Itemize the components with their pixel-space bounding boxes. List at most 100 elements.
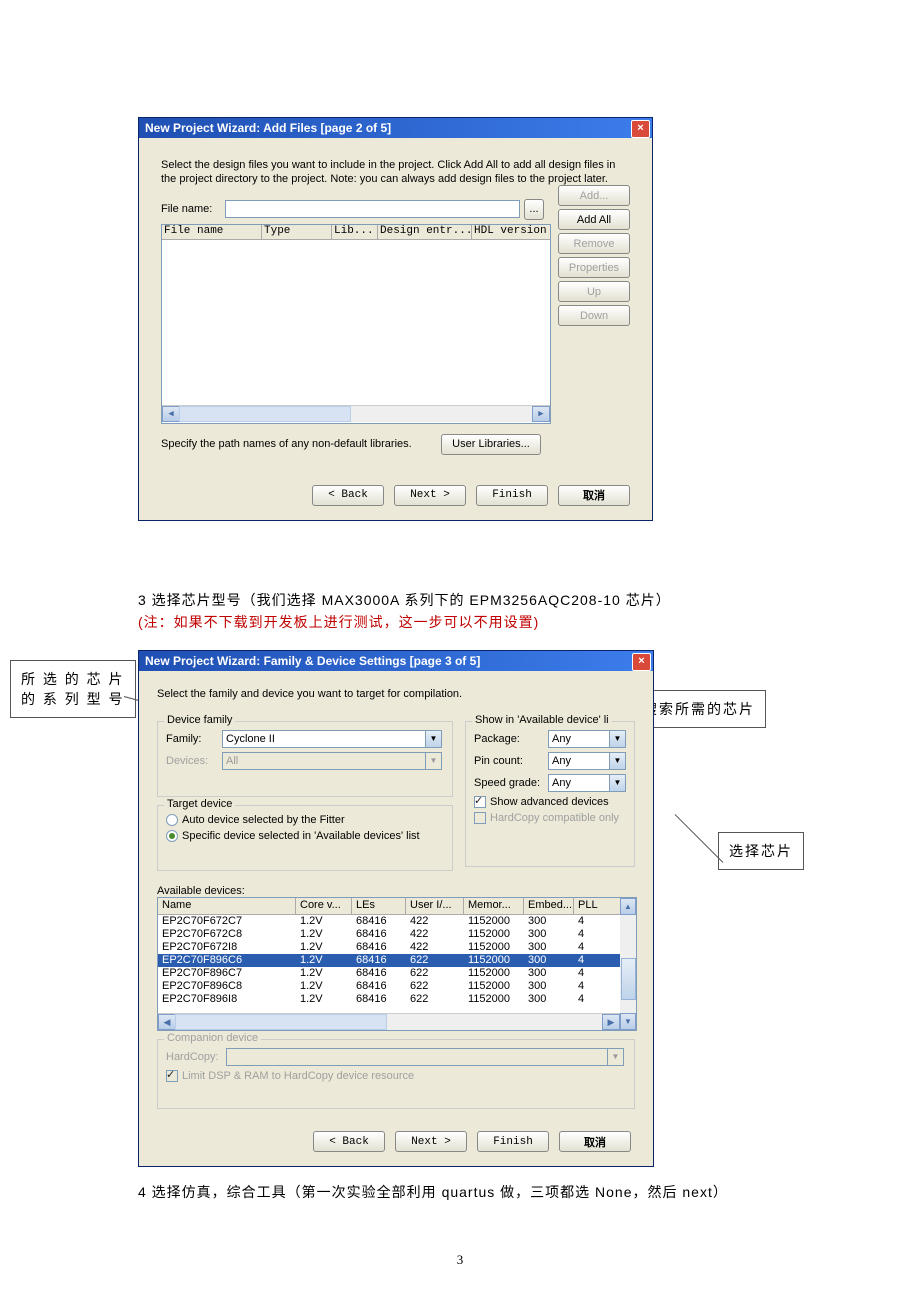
col-entry[interactable]: Design entr... <box>378 225 472 239</box>
show-in-group: Show in 'Available device' li Package: A… <box>465 721 635 867</box>
file-table-header: File name Type Lib... Design entr... HDL… <box>162 225 550 240</box>
companion-legend: Companion device <box>164 1032 261 1044</box>
table-row[interactable]: EP2C70F672I81.2V6841642211520003004 <box>158 941 636 954</box>
h-scrollbar[interactable]: ◀ ▶ <box>158 1013 620 1030</box>
chevron-down-icon: ▼ <box>609 775 625 791</box>
filename-input[interactable] <box>225 200 520 218</box>
browse-button[interactable]: ... <box>524 199 544 220</box>
user-libraries-button[interactable]: User Libraries... <box>441 434 541 455</box>
col-emb[interactable]: Embed... <box>524 898 574 914</box>
scroll-left-icon[interactable]: ◀ <box>162 406 180 422</box>
pincount-label: Pin count: <box>474 755 548 767</box>
wizard-buttons: < Back Next > Finish 取消 <box>139 1121 653 1166</box>
speed-dropdown[interactable]: Any ▼ <box>548 774 626 792</box>
dialog-description: Select the design files you want to incl… <box>161 158 630 187</box>
table-row[interactable]: EP2C70F896C61.2V6841662211520003004 <box>158 954 636 967</box>
finish-button[interactable]: Finish <box>477 1131 549 1152</box>
chevron-down-icon: ▼ <box>425 731 441 747</box>
dialog-title: New Project Wizard: Add Files [page 2 of… <box>145 121 391 135</box>
family-dropdown[interactable]: Cyclone II ▼ <box>222 730 442 748</box>
col-type[interactable]: Type <box>262 225 332 239</box>
col-filename[interactable]: File name <box>162 225 262 239</box>
target-legend: Target device <box>164 798 235 810</box>
titlebar[interactable]: New Project Wizard: Family & Device Sett… <box>139 651 653 671</box>
col-name[interactable]: Name <box>158 898 296 914</box>
note-text: (注：如果不下载到开发板上进行测试，这一步可以不用设置) <box>138 612 539 633</box>
pincount-dropdown[interactable]: Any ▼ <box>548 752 626 770</box>
device-table-header: Name Core v... LEs User I/... Memor... E… <box>158 898 636 915</box>
devices-label: Devices: <box>166 755 222 767</box>
scroll-up-icon[interactable]: ▲ <box>620 898 636 915</box>
col-les[interactable]: LEs <box>352 898 406 914</box>
dialog-title: New Project Wizard: Family & Device Sett… <box>145 654 480 668</box>
scroll-left-icon[interactable]: ◀ <box>158 1014 176 1030</box>
limit-label: Limit DSP & RAM to HardCopy device resou… <box>182 1070 414 1082</box>
chevron-down-icon: ▼ <box>425 753 441 769</box>
close-icon[interactable]: × <box>631 120 650 138</box>
table-row[interactable]: EP2C70F896C81.2V6841662211520003004 <box>158 980 636 993</box>
callout-selectchip: 选择芯片 <box>718 832 804 870</box>
col-pll[interactable]: PLL <box>574 898 614 914</box>
show-advanced-checkbox[interactable] <box>474 796 486 808</box>
package-label: Package: <box>474 733 548 745</box>
companion-group: Companion device HardCopy: ▼ Limit DSP &… <box>157 1039 635 1109</box>
properties-button[interactable]: Properties <box>558 257 630 278</box>
device-family-group: Device family Family: Cyclone II ▼ Devic… <box>157 721 453 797</box>
file-table[interactable]: File name Type Lib... Design entr... HDL… <box>161 224 551 424</box>
target-device-group: Target device Auto device selected by th… <box>157 805 453 871</box>
col-user[interactable]: User I/... <box>406 898 464 914</box>
dialog-description: Select the family and device you want to… <box>157 687 635 701</box>
remove-button[interactable]: Remove <box>558 233 630 254</box>
next-button[interactable]: Next > <box>395 1131 467 1152</box>
wizard-buttons: < Back Next > Finish 取消 <box>139 475 652 520</box>
filename-label: File name: <box>161 203 225 215</box>
down-button[interactable]: Down <box>558 305 630 326</box>
cancel-button[interactable]: 取消 <box>558 485 630 506</box>
h-scrollbar[interactable]: ◀ ▶ <box>162 405 550 422</box>
show-advanced-label: Show advanced devices <box>490 796 609 808</box>
back-button[interactable]: < Back <box>312 485 384 506</box>
package-value: Any <box>552 733 571 745</box>
next-button[interactable]: Next > <box>394 485 466 506</box>
hardcopy-label: HardCopy: <box>166 1051 226 1063</box>
device-table[interactable]: Name Core v... LEs User I/... Memor... E… <box>157 897 637 1031</box>
chevron-down-icon: ▼ <box>609 731 625 747</box>
close-icon[interactable]: × <box>632 653 651 671</box>
callout-family: 所 选 的 芯 片 的 系 列 型 号 <box>10 660 136 718</box>
finish-button[interactable]: Finish <box>476 485 548 506</box>
add-files-dialog: New Project Wizard: Add Files [page 2 of… <box>138 117 653 521</box>
step4-text: 4 选择仿真，综合工具（第一次实验全部利用 quartus 做，三项都选 Non… <box>138 1182 728 1203</box>
add-button[interactable]: Add... <box>558 185 630 206</box>
radio-specific[interactable] <box>166 830 178 842</box>
table-row[interactable]: EP2C70F672C81.2V6841642211520003004 <box>158 928 636 941</box>
package-dropdown[interactable]: Any ▼ <box>548 730 626 748</box>
col-hdl[interactable]: HDL version <box>472 225 546 239</box>
chevron-down-icon: ▼ <box>607 1049 623 1065</box>
up-button[interactable]: Up <box>558 281 630 302</box>
v-scrollbar[interactable]: ▲ ▼ <box>620 898 636 1030</box>
back-button[interactable]: < Back <box>313 1131 385 1152</box>
scroll-right-icon[interactable]: ▶ <box>602 1014 620 1030</box>
col-lib[interactable]: Lib... <box>332 225 378 239</box>
col-mem[interactable]: Memor... <box>464 898 524 914</box>
page-number: 3 <box>0 1252 920 1268</box>
cancel-button[interactable]: 取消 <box>559 1131 631 1152</box>
table-row[interactable]: EP2C70F896C71.2V6841662211520003004 <box>158 967 636 980</box>
speed-value: Any <box>552 777 571 789</box>
table-row[interactable]: EP2C70F672C71.2V6841642211520003004 <box>158 915 636 928</box>
col-core[interactable]: Core v... <box>296 898 352 914</box>
hardcopy-only-checkbox <box>474 812 486 824</box>
limit-checkbox <box>166 1070 178 1082</box>
add-all-button[interactable]: Add All <box>558 209 630 230</box>
titlebar[interactable]: New Project Wizard: Add Files [page 2 of… <box>139 118 652 138</box>
scroll-down-icon[interactable]: ▼ <box>620 1013 636 1030</box>
file-button-column: Add... Add All Remove Properties Up Down <box>558 185 630 326</box>
radio-auto[interactable] <box>166 814 178 826</box>
show-in-legend: Show in 'Available device' li <box>472 714 612 726</box>
devices-value: All <box>226 755 238 767</box>
table-row[interactable]: EP2C70F896I81.2V6841662211520003004 <box>158 993 636 1006</box>
radio-auto-label: Auto device selected by the Fitter <box>182 814 345 826</box>
scroll-thumb[interactable] <box>621 958 636 1000</box>
scroll-right-icon[interactable]: ▶ <box>532 406 550 422</box>
radio-specific-label: Specific device selected in 'Available d… <box>182 830 420 842</box>
